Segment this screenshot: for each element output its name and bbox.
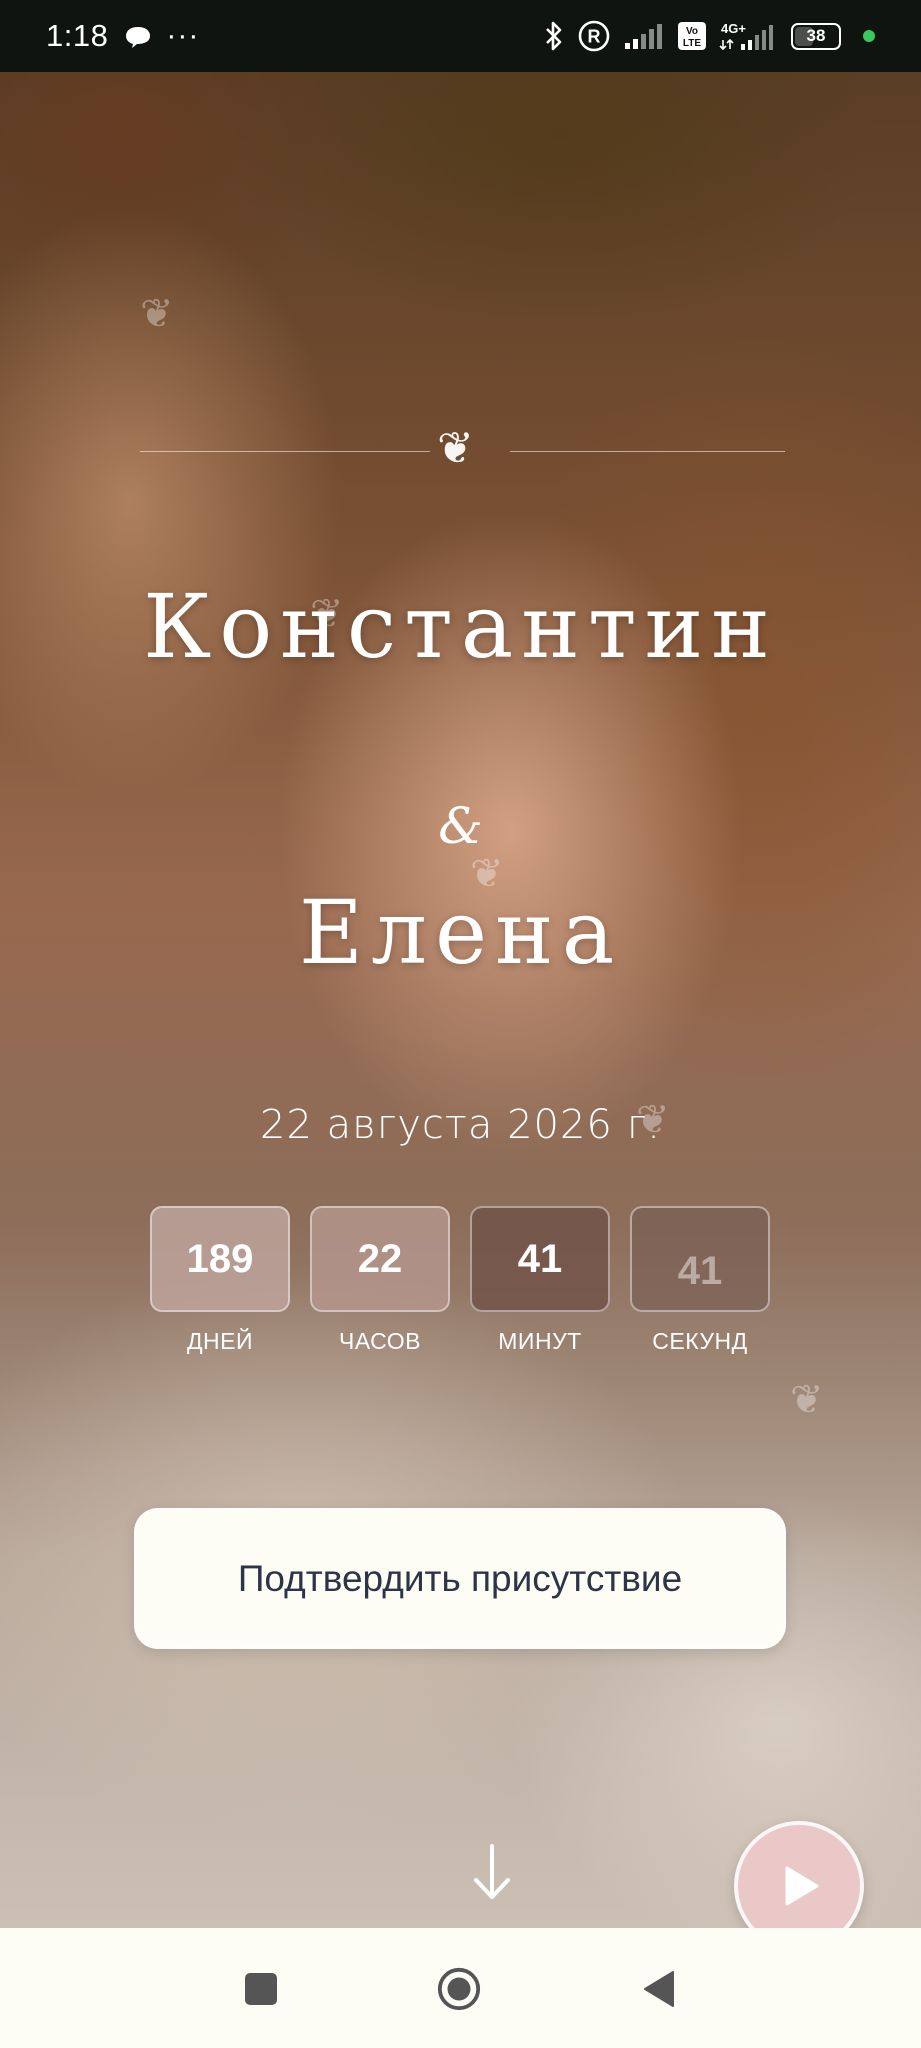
countdown-minutes-value: 41 [517,1236,563,1281]
divider-line [140,451,430,452]
countdown-days-box: 189 [150,1206,290,1312]
chat-bubble-icon [124,25,152,48]
battery-icon: 38 [791,22,841,50]
heart-ornament-icon: ❦ [140,291,174,337]
divider-line [510,451,785,452]
countdown-timer: 189 22 41 41 ДНЕЙ ЧАСОВ МИНУТ СЕКУНД [150,1206,770,1356]
heart-ornament-icon: ❦ [790,1377,824,1423]
groom-name: Константин [143,575,778,678]
svg-text:LTE: LTE [683,38,701,49]
countdown-seconds-label: СЕКУНД [652,1328,748,1354]
svg-text:R: R [588,27,601,47]
more-notifications-icon: ··· [166,19,200,52]
bluetooth-icon [543,20,565,52]
privacy-dot-icon [863,30,875,42]
svg-text:Vo: Vo [686,26,698,37]
countdown-hours-label: ЧАСОВ [338,1328,421,1354]
hero-photo [0,72,921,1928]
countdown-hours-box: 22 [310,1206,450,1312]
rsvp-button[interactable]: Подтвердить присутствие [134,1508,786,1649]
heart-ornament-icon: ❦ [437,423,474,474]
countdown-seconds-box: 41 [630,1206,770,1312]
bride-name: Елена [298,881,623,984]
countdown-minutes-label: МИНУТ [498,1328,582,1354]
wedding-date: 22 августа 2026 г. [260,1102,661,1148]
signal-4g-icon: 4G+ [719,20,779,52]
status-bar: 1:18 ··· R Vo LTE 4G+ 38 [0,0,921,72]
registered-icon: R [577,19,611,53]
hero-section: ❦ ❦ ❦ ❦ ❦ ❦ Константин & Елена 22 август… [0,72,921,1928]
arrow-down-icon[interactable] [470,1842,514,1902]
countdown-seconds-value: 41 [677,1248,723,1293]
status-time: 1:18 [46,18,109,53]
volte-icon: Vo LTE [677,21,707,51]
countdown-days-label: ДНЕЙ [186,1328,254,1354]
countdown-hours-value: 22 [357,1236,403,1281]
back-triangle-icon[interactable] [636,1966,682,2012]
home-circle-icon[interactable] [436,1966,482,2012]
navigation-bar [0,1928,921,2048]
play-icon [785,1866,819,1906]
status-icons: R Vo LTE 4G+ 38 [543,19,875,53]
countdown-minutes-box: 41 [470,1206,610,1312]
svg-text:4G+: 4G+ [721,21,746,36]
countdown-days-value: 189 [186,1236,254,1281]
recents-square-icon[interactable] [238,1966,284,2012]
battery-level: 38 [806,26,826,45]
signal-icon [623,21,665,51]
ampersand: & [438,797,483,855]
